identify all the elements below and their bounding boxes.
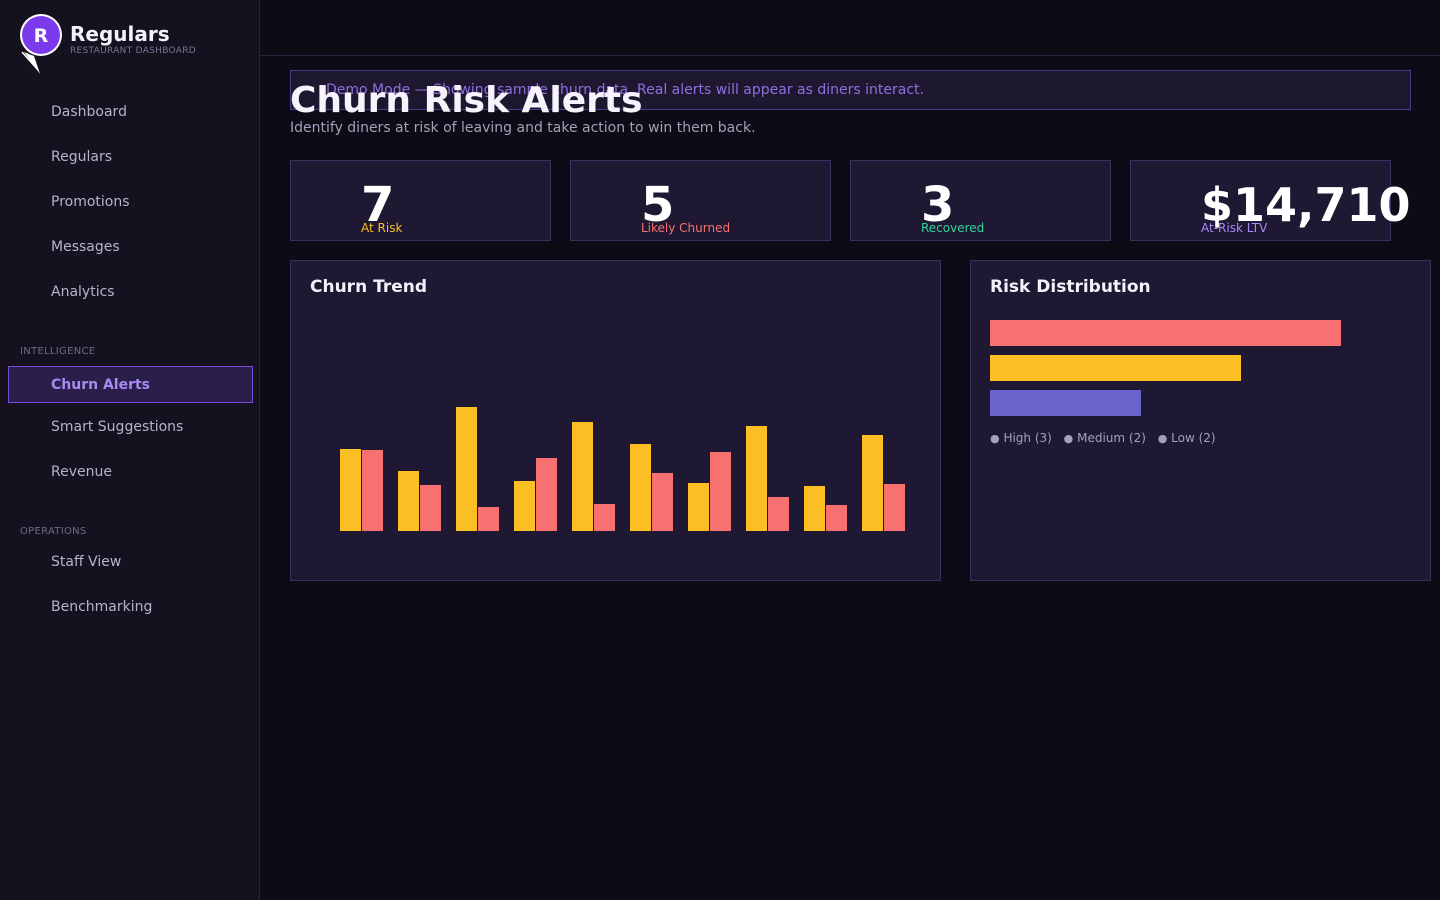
legend-dot-icon: ● <box>1157 432 1168 445</box>
sidebar-item-revenue[interactable]: Revenue <box>8 453 253 490</box>
churn-trend-chart <box>340 407 905 531</box>
risk-bar-high <box>990 320 1341 346</box>
trend-bar-series2-9 <box>826 505 847 531</box>
legend-item-medium: ● Medium (2) <box>1064 431 1146 445</box>
legend-label: Medium (2) <box>1077 431 1146 445</box>
stat-card-recovered: 3 Recovered <box>850 160 1111 241</box>
stat-card-at-risk: 7 At Risk <box>290 160 551 241</box>
stat-label: At Risk <box>361 221 403 235</box>
app-root: R Regulars RESTAURANT DASHBOARD Dashboar… <box>0 0 1440 900</box>
legend-item-high: ● High (3) <box>990 431 1052 445</box>
risk-distribution-title: Risk Distribution <box>990 277 1151 297</box>
sidebar-item-staff-view[interactable]: Staff View <box>8 543 253 580</box>
stat-label: At-Risk LTV <box>1201 221 1268 235</box>
trend-bar-series2-5 <box>594 504 615 531</box>
stat-card-at-risk-ltv: $14,710 At-Risk LTV <box>1130 160 1411 241</box>
sidebar-item-analytics[interactable]: Analytics <box>8 273 253 310</box>
logo-icon: R <box>20 14 62 74</box>
trend-bar-series1-5 <box>572 422 593 531</box>
page-title: Churn Risk Alerts <box>290 80 643 121</box>
trend-bar-series1-1 <box>340 449 361 531</box>
sidebar-item-smart-suggestions[interactable]: Smart Suggestions <box>8 408 253 445</box>
header-divider <box>260 55 1440 56</box>
legend-item-low: ● Low (2) <box>1158 431 1216 445</box>
brand[interactable]: R Regulars RESTAURANT DASHBOARD <box>18 12 248 76</box>
sidebar-item-regulars[interactable]: Regulars <box>8 138 253 175</box>
stat-card-likely-churned: 5 Likely Churned <box>570 160 831 241</box>
trend-bar-series2-4 <box>536 458 557 531</box>
risk-distribution-panel: Risk Distribution ● High (3) ● Medium (2… <box>970 260 1431 581</box>
stat-label: Recovered <box>921 221 985 235</box>
trend-bar-series2-8 <box>768 497 789 531</box>
trend-bar-series1-8 <box>746 426 767 531</box>
legend-dot-icon: ● <box>990 432 1000 445</box>
trend-bar-series2-2 <box>420 485 441 531</box>
trend-bar-series1-7 <box>688 483 709 531</box>
sidebar-section-intelligence: INTELLIGENCE <box>20 346 96 357</box>
trend-bar-series1-3 <box>456 407 477 531</box>
sidebar-item-messages[interactable]: Messages <box>8 228 253 265</box>
sidebar-section-operations: OPERATIONS <box>20 526 87 537</box>
risk-bar-low <box>990 390 1141 416</box>
page-subtitle: Identify diners at risk of leaving and t… <box>290 120 756 136</box>
trend-bar-series2-1 <box>362 450 383 531</box>
trend-bar-series2-10 <box>884 484 905 531</box>
sidebar-item-benchmarking[interactable]: Benchmarking <box>8 588 253 625</box>
trend-bar-series1-9 <box>804 486 825 531</box>
logo-letter: R <box>34 25 49 47</box>
churn-trend-panel: Churn Trend <box>290 260 941 581</box>
brand-subtitle: RESTAURANT DASHBOARD <box>70 46 197 56</box>
legend-dot-icon: ● <box>1063 432 1074 445</box>
trend-bar-series2-3 <box>478 507 499 531</box>
legend-label: Low (2) <box>1171 431 1216 445</box>
stat-label: Likely Churned <box>641 221 731 235</box>
trend-bar-series1-10 <box>862 435 883 531</box>
sidebar-item-churn-alerts[interactable]: Churn Alerts <box>8 366 253 403</box>
trend-bar-series1-4 <box>514 481 535 531</box>
risk-legend: ● High (3) ● Medium (2) ● Low (2) <box>990 431 1224 445</box>
sidebar-item-dashboard[interactable]: Dashboard <box>8 93 253 130</box>
sidebar: R Regulars RESTAURANT DASHBOARD Dashboar… <box>0 0 260 900</box>
legend-label: High (3) <box>1003 431 1052 445</box>
risk-bar-medium <box>990 355 1241 381</box>
trend-bar-series1-2 <box>398 471 419 531</box>
trend-bar-series2-6 <box>652 473 673 531</box>
trend-bar-series2-7 <box>710 452 731 531</box>
sidebar-item-promotions[interactable]: Promotions <box>8 183 253 220</box>
trend-bar-series1-6 <box>630 444 651 531</box>
brand-name: Regulars <box>70 22 170 46</box>
